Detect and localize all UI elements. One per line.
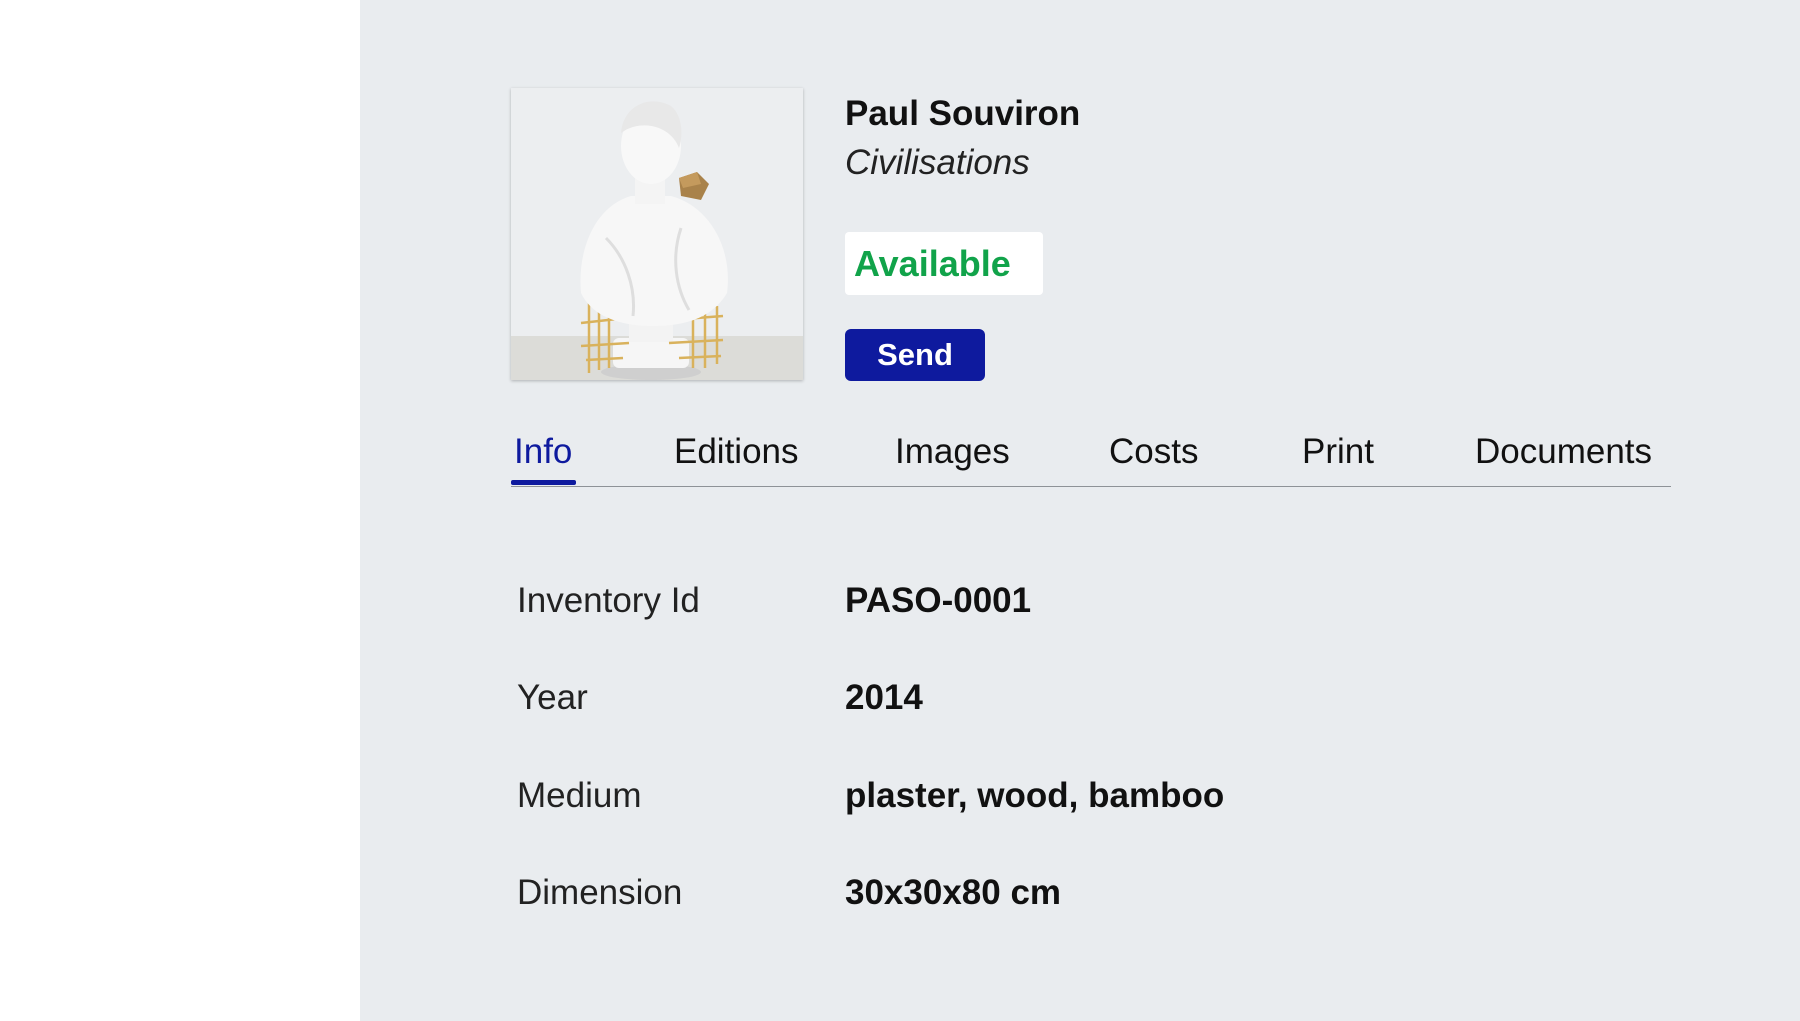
info-row-dimension: Dimension 30x30x80 cm <box>517 873 1617 923</box>
artwork-title: Civilisations <box>845 143 1030 182</box>
tab-images[interactable]: Images <box>895 432 1010 472</box>
info-value: 2014 <box>845 678 923 717</box>
tab-costs[interactable]: Costs <box>1109 432 1198 472</box>
status-badge: Available <box>845 232 1043 295</box>
sculpture-image <box>511 88 803 380</box>
left-sidebar <box>0 0 360 1021</box>
info-value: plaster, wood, bamboo <box>845 776 1225 815</box>
info-row-medium: Medium plaster, wood, bamboo <box>517 776 1617 826</box>
info-label: Year <box>517 678 588 717</box>
artist-name: Paul Souviron <box>845 94 1081 133</box>
info-label: Medium <box>517 776 642 815</box>
tab-print[interactable]: Print <box>1302 432 1374 472</box>
info-label: Inventory Id <box>517 581 700 620</box>
artwork-image[interactable] <box>511 88 803 380</box>
info-row-inventory-id: Inventory Id PASO-0001 <box>517 581 1617 631</box>
send-button[interactable]: Send <box>845 329 985 381</box>
info-value: 30x30x80 cm <box>845 873 1062 912</box>
info-label: Dimension <box>517 873 683 912</box>
info-row-year: Year 2014 <box>517 678 1617 728</box>
active-tab-indicator <box>511 480 576 485</box>
tab-bar: Info Editions Images Costs Print Documen… <box>511 428 1671 487</box>
info-value: PASO-0001 <box>845 581 1032 620</box>
tab-info[interactable]: Info <box>514 432 572 472</box>
tab-documents[interactable]: Documents <box>1475 432 1652 472</box>
tab-editions[interactable]: Editions <box>674 432 799 472</box>
